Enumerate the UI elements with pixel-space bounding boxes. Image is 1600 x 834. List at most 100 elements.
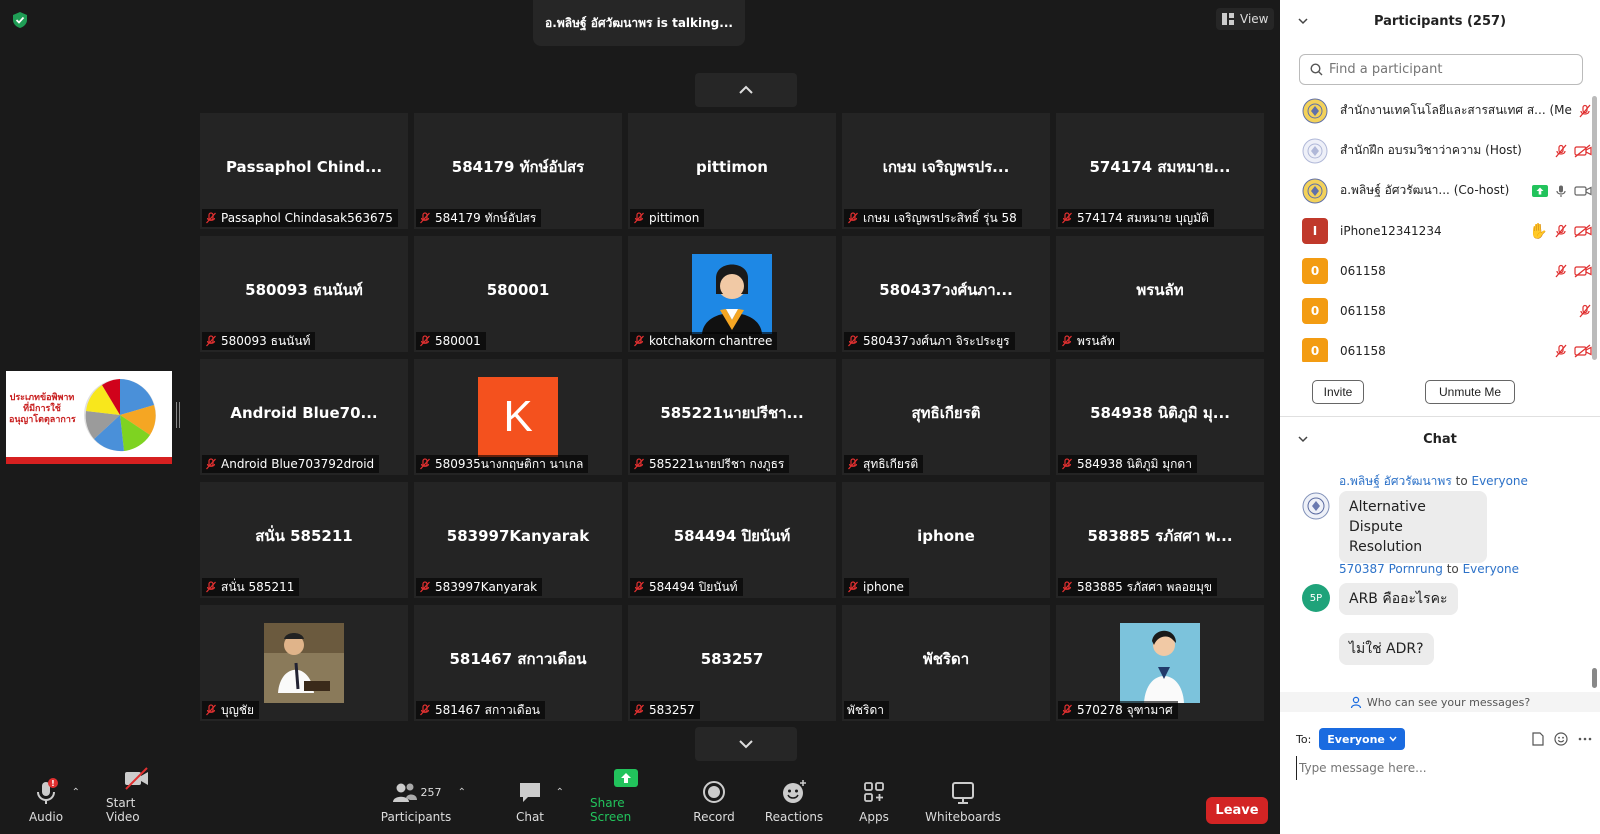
find-participant-box[interactable] xyxy=(1299,54,1583,85)
mic-muted-icon[interactable] xyxy=(1554,344,1568,358)
participants-options-caret[interactable]: ⌃ xyxy=(458,787,466,798)
participant-row[interactable]: 0 061158 xyxy=(1280,250,1592,291)
security-shield-icon[interactable] xyxy=(11,11,29,29)
page-down-button[interactable] xyxy=(695,727,797,761)
file-icon[interactable] xyxy=(1532,732,1544,746)
video-tile[interactable]: 583997Kanyarak 583997Kanyarak xyxy=(414,482,622,598)
video-off-icon[interactable] xyxy=(1574,343,1592,358)
mic-muted-icon xyxy=(848,212,858,224)
audio-button[interactable]: ! Audio ⌃ xyxy=(26,776,80,834)
audio-options-caret[interactable]: ⌃ xyxy=(72,787,80,798)
video-tile[interactable]: 583257 583257 xyxy=(628,605,836,721)
mic-muted-icon[interactable] xyxy=(1554,224,1568,238)
mic-muted-icon[interactable] xyxy=(1578,104,1592,118)
video-tile[interactable]: พัชริดา พัชริดา xyxy=(842,605,1050,721)
video-tile[interactable]: 580437วงศ์นภา... 580437วงศ์นภา จิระประยูร xyxy=(842,236,1050,352)
message-sender[interactable]: 570387 Pornrung xyxy=(1339,562,1443,576)
emoji-icon[interactable] xyxy=(1554,732,1568,746)
video-tile[interactable]: 584938 นิติภูมิ มุ... 584938 นิติภูมิ มุก… xyxy=(1056,359,1264,475)
mic-muted-icon xyxy=(634,581,644,593)
video-tile[interactable]: 583885 รภัสศา พ... 583885 รภัสศา พลอยมุข xyxy=(1056,482,1264,598)
video-tile[interactable]: 570278 จุฑามาศ xyxy=(1056,605,1264,721)
start-video-label: Start Video xyxy=(106,796,140,824)
video-tile[interactable]: บุญชัย xyxy=(200,605,408,721)
video-tile[interactable]: 584179 ทักษ์อัปสร 584179 ทักษ์อัปสร xyxy=(414,113,622,229)
video-tile[interactable]: สนั่น 585211 สนั่น 585211 xyxy=(200,482,408,598)
mic-muted-icon xyxy=(420,458,430,470)
participant-list-scrollbar[interactable] xyxy=(1592,96,1597,360)
mic-muted-icon xyxy=(206,335,216,347)
video-tile[interactable]: 580001 580001 xyxy=(414,236,622,352)
share-screen-button[interactable]: Share Screen xyxy=(590,769,662,834)
video-tile[interactable]: 585221นายปรีชา... 585221นายปรีชา กงภูธร xyxy=(628,359,836,475)
mic-muted-icon[interactable] xyxy=(1578,304,1592,318)
invite-button[interactable]: Invite xyxy=(1312,380,1364,404)
video-tile[interactable]: pittimon pittimon xyxy=(628,113,836,229)
chat-options-caret[interactable]: ⌃ xyxy=(556,787,564,798)
mic-muted-icon xyxy=(1062,458,1072,470)
whiteboards-button[interactable]: Whiteboards xyxy=(925,776,1001,834)
video-tile[interactable]: เกษม เจริญพรปร... เกษม เจริญพรประสิทธิ์ ร… xyxy=(842,113,1050,229)
shared-screen-thumbnail[interactable]: ประเภทข้อพิพาทที่มีการใช้อนุญาโตตุลาการ xyxy=(6,371,172,464)
screen-sharing-icon xyxy=(1532,184,1548,197)
collapse-chevron-icon[interactable] xyxy=(1298,434,1308,444)
video-tile[interactable]: 581467 สกาวเดือน 581467 สกาวเดือน xyxy=(414,605,622,721)
video-off-icon[interactable] xyxy=(1574,143,1592,158)
tile-name-label: 570278 จุฑามาศ xyxy=(1058,701,1178,719)
participant-row[interactable]: 0 061158 xyxy=(1280,290,1592,331)
participant-name: สำนักฝึก อบรมวิชาว่าความ (Host) xyxy=(1340,141,1548,160)
participant-name: สำนักงานเทคโนโลยีและสารสนเทศ ส... (Me) xyxy=(1340,101,1572,120)
apps-button[interactable]: Apps xyxy=(856,776,892,834)
chat-message-input[interactable] xyxy=(1296,756,1586,780)
participant-row[interactable]: IiPhone12341234 ✋ xyxy=(1280,210,1592,251)
video-tile[interactable]: สุทธิเกียรติ สุทธิเกียรติ xyxy=(842,359,1050,475)
tile-name-label: kotchakorn chantree xyxy=(630,332,778,350)
video-tile[interactable]: 574174 สมหมาย... 574174 สมหมาย บุญมัติ xyxy=(1056,113,1264,229)
video-tile[interactable]: 580093 ธนนันท์ 580093 ธนนันท์ xyxy=(200,236,408,352)
video-tile[interactable]: พรนลัท พรนลัท xyxy=(1056,236,1264,352)
participant-row[interactable]: สำนักฝึก อบรมวิชาว่าความ (Host) xyxy=(1280,130,1592,171)
microphone-icon[interactable] xyxy=(1554,184,1568,198)
who-can-see-link[interactable]: Who can see your messages? xyxy=(1280,692,1600,712)
participants-button[interactable]: 257 Participants ⌃ xyxy=(380,776,466,834)
participant-row[interactable]: 0 061158 xyxy=(1280,330,1592,362)
message-bubble[interactable]: ARB คืออะไรคะ xyxy=(1339,583,1458,615)
video-off-icon[interactable] xyxy=(1574,223,1592,238)
chat-button[interactable]: Chat ⌃ xyxy=(510,776,564,834)
message-recipient[interactable]: Everyone xyxy=(1471,474,1527,488)
start-video-button[interactable]: Start Video xyxy=(106,767,166,834)
tile-label-text: 585221นายปรีชา กงภูธร xyxy=(649,456,785,471)
more-icon[interactable] xyxy=(1578,737,1592,741)
page-up-button[interactable] xyxy=(695,73,797,107)
tile-label-text: 580935นางกฤษติกา นาเกล xyxy=(435,456,584,471)
video-icon[interactable] xyxy=(1574,184,1592,198)
video-tile[interactable]: Passaphol Chind... Passaphol Chindasak563… xyxy=(200,113,408,229)
chat-scrollbar[interactable] xyxy=(1592,668,1597,688)
svg-text:!: ! xyxy=(51,779,55,788)
reactions-button[interactable]: Reactions xyxy=(765,776,823,834)
unmute-me-button[interactable]: Unmute Me xyxy=(1425,380,1515,404)
video-tile[interactable]: iphone iphone xyxy=(842,482,1050,598)
leave-button[interactable]: Leave xyxy=(1206,797,1268,824)
view-button[interactable]: View xyxy=(1216,8,1275,30)
message-bubble[interactable]: ไม่ใช่ ADR? xyxy=(1339,633,1434,665)
record-button[interactable]: Record xyxy=(693,776,735,834)
participant-row[interactable]: อ.พลิษฐ์ อัศวรัฒนา... (Co-host) xyxy=(1280,170,1592,211)
find-participant-input[interactable] xyxy=(1329,62,1569,77)
video-tile[interactable]: Android Blue70... Android Blue703792droid xyxy=(200,359,408,475)
mic-muted-icon[interactable] xyxy=(1554,144,1568,158)
participant-name-text: สำนักฝึก อบรมวิชาว่าความ xyxy=(1340,143,1482,157)
message-sender[interactable]: อ.พลิษฐ์ อัศวรัฒนาพร xyxy=(1339,474,1452,488)
message-bubble[interactable]: Alternative Dispute Resolution xyxy=(1339,491,1487,563)
video-tile[interactable]: K 580935นางกฤษติกา นาเกล xyxy=(414,359,622,475)
message-recipient[interactable]: Everyone xyxy=(1463,562,1519,576)
video-off-icon[interactable] xyxy=(1574,263,1592,278)
recipient-select[interactable]: Everyone xyxy=(1319,728,1405,750)
video-tile[interactable]: 584494 ปิยนันท์ 584494 ปิยนันท์ xyxy=(628,482,836,598)
mic-muted-icon[interactable] xyxy=(1554,264,1568,278)
tile-label-text: 583997Kanyarak xyxy=(435,580,538,594)
collapse-chevron-icon[interactable] xyxy=(1298,16,1308,26)
participant-row[interactable]: สำนักงานเทคโนโลยีและสารสนเทศ ส... (Me) xyxy=(1280,90,1592,131)
video-tile[interactable]: kotchakorn chantree xyxy=(628,236,836,352)
thumbnail-resize-handle[interactable] xyxy=(176,402,180,428)
